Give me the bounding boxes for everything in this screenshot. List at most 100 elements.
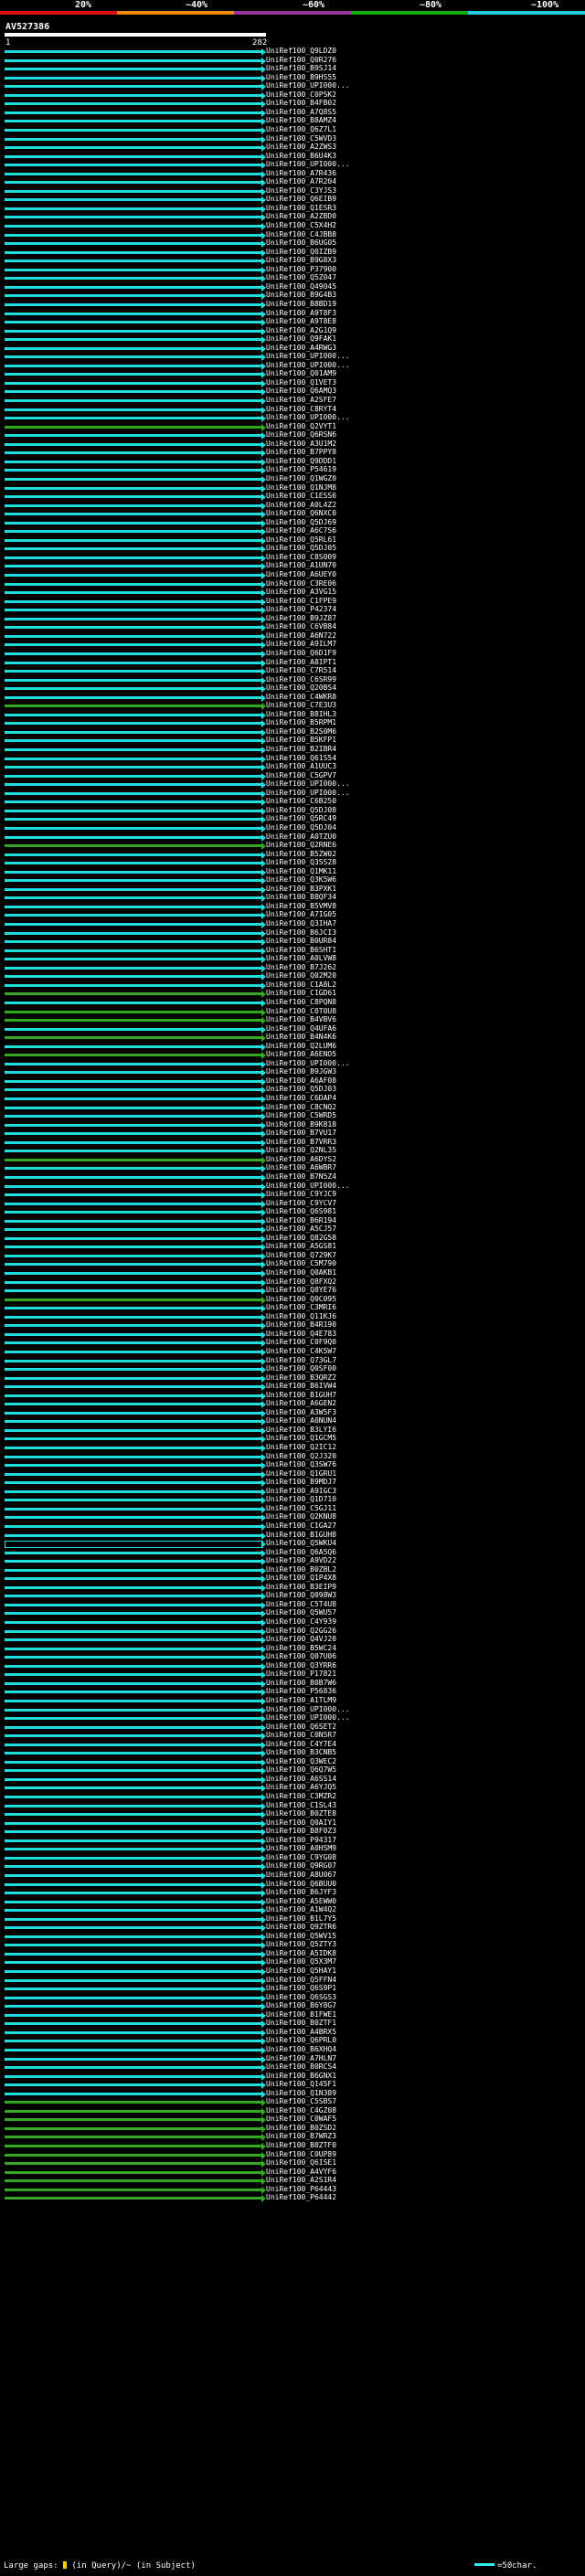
hit-label[interactable]: UniRef100_C0N5R7 [266, 1731, 336, 1740]
hit-label[interactable]: UniRef100_B4VBV6 [266, 1015, 336, 1024]
hit-label[interactable]: UniRef100_UPI000... [266, 1182, 350, 1191]
hit-label[interactable]: UniRef100_Q4UFA6 [266, 1024, 336, 1034]
hit-label[interactable]: UniRef100_Q61S54 [266, 754, 336, 763]
hit-label[interactable]: UniRef100_Q3SW76 [266, 1460, 336, 1469]
hit-label[interactable]: UniRef100_C4K5W7 [266, 1347, 336, 1356]
hit-label[interactable]: UniRef100_P37900 [266, 265, 336, 274]
hit-label[interactable]: UniRef100_P94317 [266, 1836, 336, 1845]
hit-label[interactable]: UniRef100_Q5X3M7 [266, 1957, 336, 1966]
hit-label[interactable]: UniRef100_B6UG05 [266, 239, 336, 248]
hit-label[interactable]: UniRef100_C5T4U8 [266, 1600, 336, 1609]
hit-label[interactable]: UniRef100_A2ZBD0 [266, 212, 336, 221]
hit-label[interactable]: UniRef100_A0LVW8 [266, 954, 336, 963]
hit-label[interactable]: UniRef100_B8QF34 [266, 893, 336, 902]
hit-label[interactable]: UniRef100_Q5WKU4 [266, 1539, 336, 1548]
hit-label[interactable]: UniRef100_Q82G58 [266, 1234, 336, 1243]
hit-label[interactable]: UniRef100_Q5ZTY3 [266, 1940, 336, 1949]
hit-label[interactable]: UniRef100_B7WRZ3 [266, 2132, 336, 2141]
hit-label[interactable]: UniRef100_A6SS14 [266, 1775, 336, 1784]
hit-label[interactable]: UniRef100_Q2KNU8 [266, 1512, 336, 1521]
hit-label[interactable]: UniRef100_B7J262 [266, 963, 336, 972]
hit-label[interactable]: UniRef100_C4Y939 [266, 1617, 336, 1627]
hit-label[interactable]: UniRef100_C5GJ11 [266, 1504, 336, 1513]
hit-label[interactable]: UniRef100_Q1GCM5 [266, 1434, 336, 1443]
hit-label[interactable]: UniRef100_UPI000... [266, 81, 350, 90]
hit-label[interactable]: UniRef100_Q5HAY1 [266, 1966, 336, 1976]
hit-label[interactable]: UniRef100_A6ENO5 [266, 1050, 336, 1059]
hit-label[interactable]: UniRef100_Q6A5Q6 [266, 1548, 336, 1557]
hit-label[interactable]: UniRef100_B0ZTF0 [266, 2141, 336, 2150]
hit-label[interactable]: UniRef100_Q4VJ20 [266, 1635, 336, 1644]
hit-label[interactable]: UniRef100_C4JBB8 [266, 230, 336, 239]
hit-label[interactable]: UniRef100_B9JGW3 [266, 1067, 336, 1076]
hit-label[interactable]: UniRef100_B1L7Y5 [266, 1914, 336, 1924]
hit-label[interactable]: UniRef100_C5M790 [266, 1259, 336, 1268]
hit-label[interactable]: UniRef100_B1GUH7 [266, 1391, 336, 1400]
hit-row[interactable]: UniRef100_P64442 [0, 2193, 585, 2203]
hit-label[interactable]: UniRef100_P42374 [266, 605, 336, 614]
hit-label[interactable]: UniRef100_Q49045 [266, 282, 336, 292]
hit-label[interactable]: UniRef100_Q6SET2 [266, 1723, 336, 1732]
hit-label[interactable]: UniRef100_C0F9Q0 [266, 1338, 336, 1347]
hit-label[interactable]: UniRef100_C3RE06 [266, 579, 336, 588]
hit-label[interactable]: UniRef100_Q098W3 [266, 1591, 336, 1600]
hit-label[interactable]: UniRef100_C4GZ08 [266, 2106, 336, 2115]
hit-label[interactable]: UniRef100_B7VRR3 [266, 1138, 336, 1147]
hit-label[interactable]: UniRef100_C0PSK2 [266, 90, 336, 100]
hit-label[interactable]: UniRef100_B5VMV8 [266, 902, 336, 911]
hit-label[interactable]: UniRef100_A9IGC3 [266, 1487, 336, 1496]
hit-label[interactable]: UniRef100_Q5DJ04 [266, 823, 336, 832]
hit-label[interactable]: UniRef100_UPI000... [266, 361, 350, 370]
hit-label[interactable]: UniRef100_B5RPM1 [266, 718, 336, 727]
hit-label[interactable]: UniRef100_A6YJQ5 [266, 1783, 336, 1792]
hit-label[interactable]: UniRef100_B9K818 [266, 1120, 336, 1129]
hit-label[interactable]: UniRef100_B9G8X3 [266, 256, 336, 265]
hit-label[interactable]: UniRef100_Q1NJM8 [266, 483, 336, 493]
hit-label[interactable]: UniRef100_B0ZSD2 [266, 2124, 336, 2133]
hit-label[interactable]: UniRef100_A6WBR7 [266, 1163, 336, 1172]
hit-label[interactable]: UniRef100_B8AMZ4 [266, 116, 336, 125]
hit-label[interactable]: UniRef100_A2G1Q9 [266, 326, 336, 335]
hit-label[interactable]: UniRef100_Q02M20 [266, 971, 336, 981]
hit-label[interactable]: UniRef100_P64443 [266, 2185, 336, 2194]
hit-label[interactable]: UniRef100_B8BD19 [266, 300, 336, 309]
hit-label[interactable]: UniRef100_A2S1R4 [266, 2176, 336, 2185]
hit-label[interactable]: UniRef100_A6DYS2 [266, 1155, 336, 1164]
hit-label[interactable]: UniRef100_UPI000... [266, 1705, 350, 1714]
hit-label[interactable]: UniRef100_A3W5F3 [266, 1408, 336, 1417]
hit-label[interactable]: UniRef100_C9YG08 [266, 1853, 336, 1862]
hit-label[interactable]: UniRef100_Q1MK11 [266, 867, 336, 876]
hit-label[interactable]: UniRef100_Q2GG26 [266, 1627, 336, 1636]
hit-label[interactable]: UniRef100_B6Y8G7 [266, 2001, 336, 2010]
hit-label[interactable]: UniRef100_Q3K5W6 [266, 875, 336, 885]
hit-label[interactable]: UniRef100_Q0AIY1 [266, 1818, 336, 1828]
hit-label[interactable]: UniRef100_B8F0Z3 [266, 1827, 336, 1836]
hit-label[interactable]: UniRef100_B6XHQ4 [266, 2045, 336, 2054]
hit-label[interactable]: UniRef100_C8CNQ2 [266, 1103, 336, 1112]
hit-label[interactable]: UniRef100_Q1N389 [266, 2089, 336, 2098]
hit-label[interactable]: UniRef100_B7N5Z4 [266, 1172, 336, 1182]
hit-label[interactable]: UniRef100_Q1ESR3 [266, 204, 336, 213]
hit-label[interactable]: UniRef100_B6R194 [266, 1216, 336, 1225]
hit-label[interactable]: UniRef100_Q9FAK1 [266, 334, 336, 344]
hit-label[interactable]: UniRef100_Q6Z7L1 [266, 125, 336, 134]
hit-label[interactable]: UniRef100_Q6S9P1 [266, 1984, 336, 1993]
hit-label[interactable]: UniRef100_Q9DDD1 [266, 457, 336, 466]
hit-label[interactable]: UniRef100_C3YJS3 [266, 186, 336, 196]
hit-label[interactable]: UniRef100_A0TZU0 [266, 832, 336, 842]
hit-label[interactable]: UniRef100_B3CNB5 [266, 1748, 336, 1757]
hit-label[interactable]: UniRef100_B9HS55 [266, 73, 336, 82]
hit-label[interactable]: UniRef100_A1UN70 [266, 561, 336, 570]
hit-label[interactable]: UniRef100_A1UUC3 [266, 762, 336, 771]
hit-label[interactable]: UniRef100_Q1VET3 [266, 378, 336, 387]
hit-label[interactable]: UniRef100_C7E3U3 [266, 701, 336, 710]
hit-label[interactable]: UniRef100_Q0R276 [266, 56, 336, 65]
hit-label[interactable]: UniRef100_Q145F1 [266, 2080, 336, 2089]
hit-label[interactable]: UniRef100_Q2IC12 [266, 1443, 336, 1452]
hit-label[interactable]: UniRef100_Q9ZTR6 [266, 1923, 336, 1932]
hit-label[interactable]: UniRef100_A5IDK8 [266, 1949, 336, 1958]
hit-label[interactable]: UniRef100_Q0AKB1 [266, 1268, 336, 1277]
hit-label[interactable]: UniRef100_C5SBS7 [266, 2097, 336, 2106]
hit-label[interactable]: UniRef100_C1SL43 [266, 1801, 336, 1810]
hit-label[interactable]: UniRef100_P64442 [266, 2193, 336, 2202]
